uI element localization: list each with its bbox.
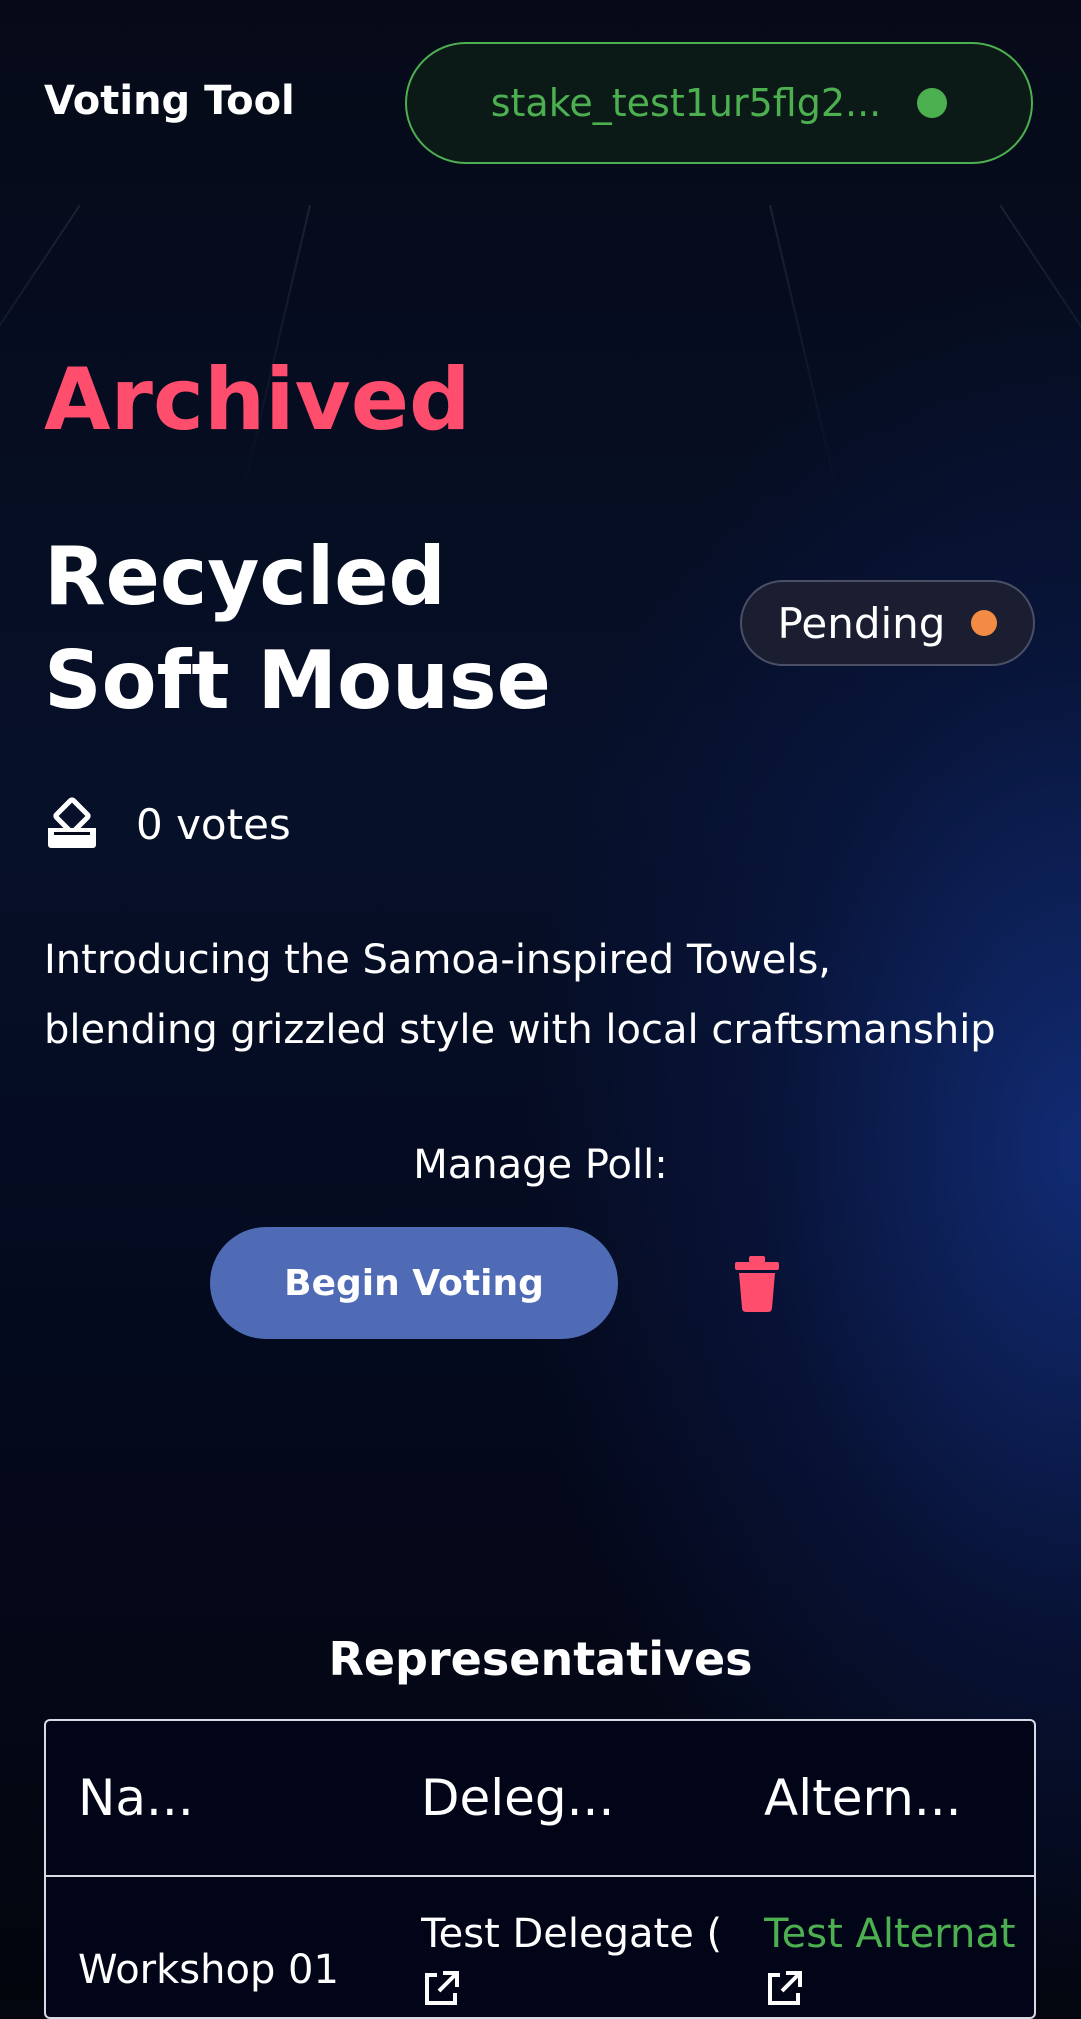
external-link-icon[interactable]: [764, 1969, 804, 2009]
wallet-connected-indicator: [917, 88, 948, 118]
status-badge-label: Pending: [777, 598, 946, 648]
app-title: Voting Tool: [44, 78, 295, 124]
trash-icon[interactable]: [733, 1256, 781, 1312]
external-link-icon[interactable]: [421, 1969, 461, 2009]
representatives-title: Representatives: [328, 1632, 753, 1686]
column-header-delegate[interactable]: Deleg...: [421, 1769, 614, 1827]
poll-title: Recycled Soft Mouse: [44, 530, 551, 727]
poll-state-label: Archived: [44, 350, 471, 450]
wallet-address: stake_test1ur5flg2...: [490, 81, 882, 125]
delegate-name: Test Delegate (: [421, 1911, 723, 1957]
table-header: Na... Deleg... Altern...: [46, 1721, 1034, 1877]
status-badge: Pending: [740, 580, 1035, 666]
vote-count: 0 votes: [44, 796, 291, 852]
manage-poll-label: Manage Poll:: [413, 1142, 668, 1188]
vote-count-text: 0 votes: [136, 799, 291, 849]
ballot-box-icon: [48, 797, 96, 848]
wallet-button[interactable]: stake_test1ur5flg2...: [405, 42, 1033, 164]
app-header: Voting Tool stake_test1ur5flg2...: [0, 0, 1081, 205]
alternate-name[interactable]: Test Alternat: [764, 1911, 1034, 1957]
table-row: Workshop 01 Test Delegate ( Test Alterna…: [46, 1877, 1034, 2017]
row-name: Workshop 01: [78, 1947, 339, 1993]
begin-voting-button[interactable]: Begin Voting: [210, 1227, 618, 1339]
column-header-alternate[interactable]: Altern...: [764, 1769, 962, 1827]
alternate-cell: Test Alternat: [764, 1911, 1034, 2009]
representatives-table: Na... Deleg... Altern... Workshop 01 Tes…: [44, 1719, 1036, 2019]
column-header-name[interactable]: Na...: [78, 1769, 194, 1827]
status-dot: [971, 610, 998, 636]
poll-description: Introducing the Samoa-inspired Towels, b…: [44, 937, 996, 1053]
delegate-cell: Test Delegate (: [421, 1911, 731, 2009]
